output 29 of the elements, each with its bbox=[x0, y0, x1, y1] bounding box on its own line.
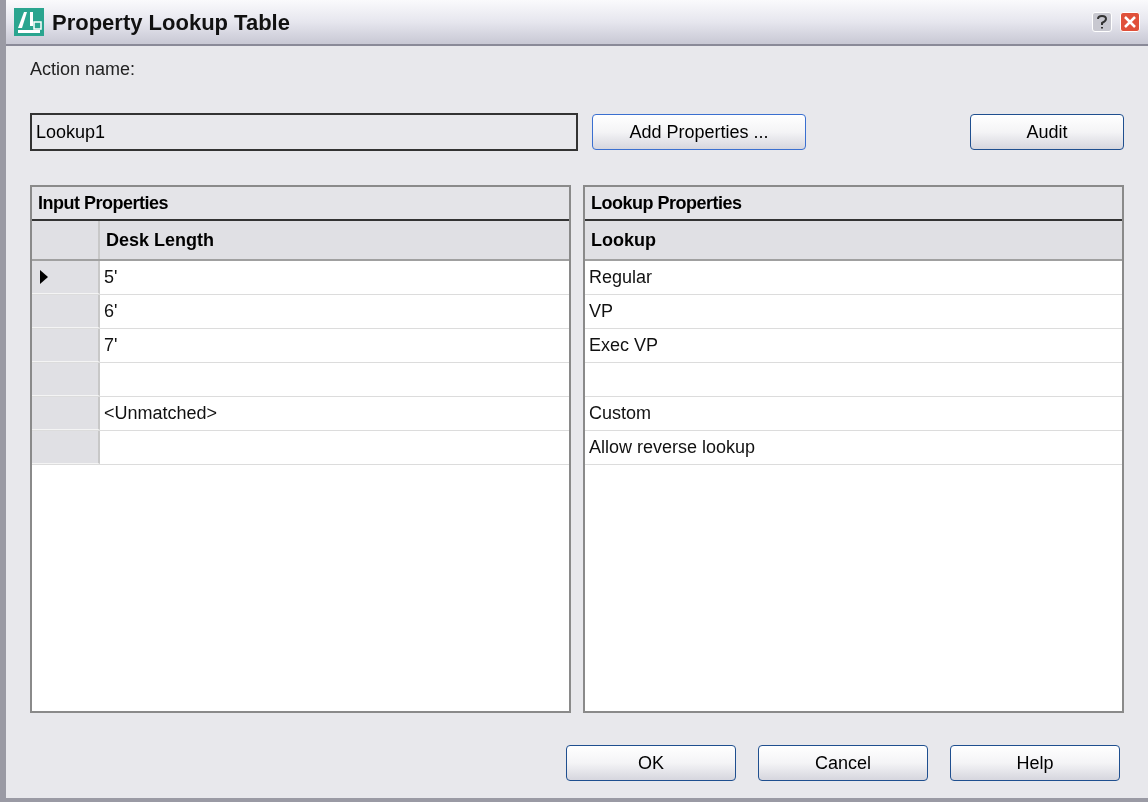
column-header: Lookup bbox=[585, 221, 1122, 259]
app-icon bbox=[14, 8, 44, 36]
table-cell[interactable]: 5' bbox=[100, 261, 569, 294]
table-cell[interactable]: Custom bbox=[585, 397, 1122, 430]
close-button[interactable] bbox=[1120, 12, 1140, 32]
dialog-button[interactable]: Help bbox=[950, 745, 1120, 781]
dialog-button[interactable]: OK bbox=[566, 745, 736, 781]
row-header[interactable] bbox=[32, 261, 100, 294]
table-cell[interactable]: 6' bbox=[100, 295, 569, 328]
help-button[interactable] bbox=[1092, 12, 1112, 32]
close-icon bbox=[1124, 16, 1136, 28]
window-title: Property Lookup Table bbox=[52, 8, 291, 37]
dialog-button[interactable]: Cancel bbox=[758, 745, 928, 781]
action-name-label: Action name: bbox=[30, 58, 137, 81]
action-name-field[interactable]: Lookup1 bbox=[30, 113, 578, 151]
table-cell[interactable]: Regular bbox=[585, 261, 1122, 294]
group-header: Input Properties bbox=[32, 187, 569, 221]
table-cell[interactable]: Allow reverse lookup bbox=[585, 431, 1122, 464]
column-header: Desk Length bbox=[100, 221, 569, 259]
table-cell[interactable]: VP bbox=[585, 295, 1122, 328]
corner-cell bbox=[32, 221, 100, 259]
group-header: Lookup Properties bbox=[585, 187, 1122, 221]
current-row-icon bbox=[40, 270, 48, 284]
table-cell[interactable]: Exec VP bbox=[585, 329, 1122, 362]
table-cell[interactable]: 7' bbox=[100, 329, 569, 362]
audit-button[interactable]: Audit bbox=[970, 114, 1124, 150]
add-properties-button[interactable]: Add Properties ... bbox=[592, 114, 806, 150]
help-icon bbox=[1097, 15, 1107, 29]
table-cell[interactable]: <Unmatched> bbox=[100, 397, 569, 430]
